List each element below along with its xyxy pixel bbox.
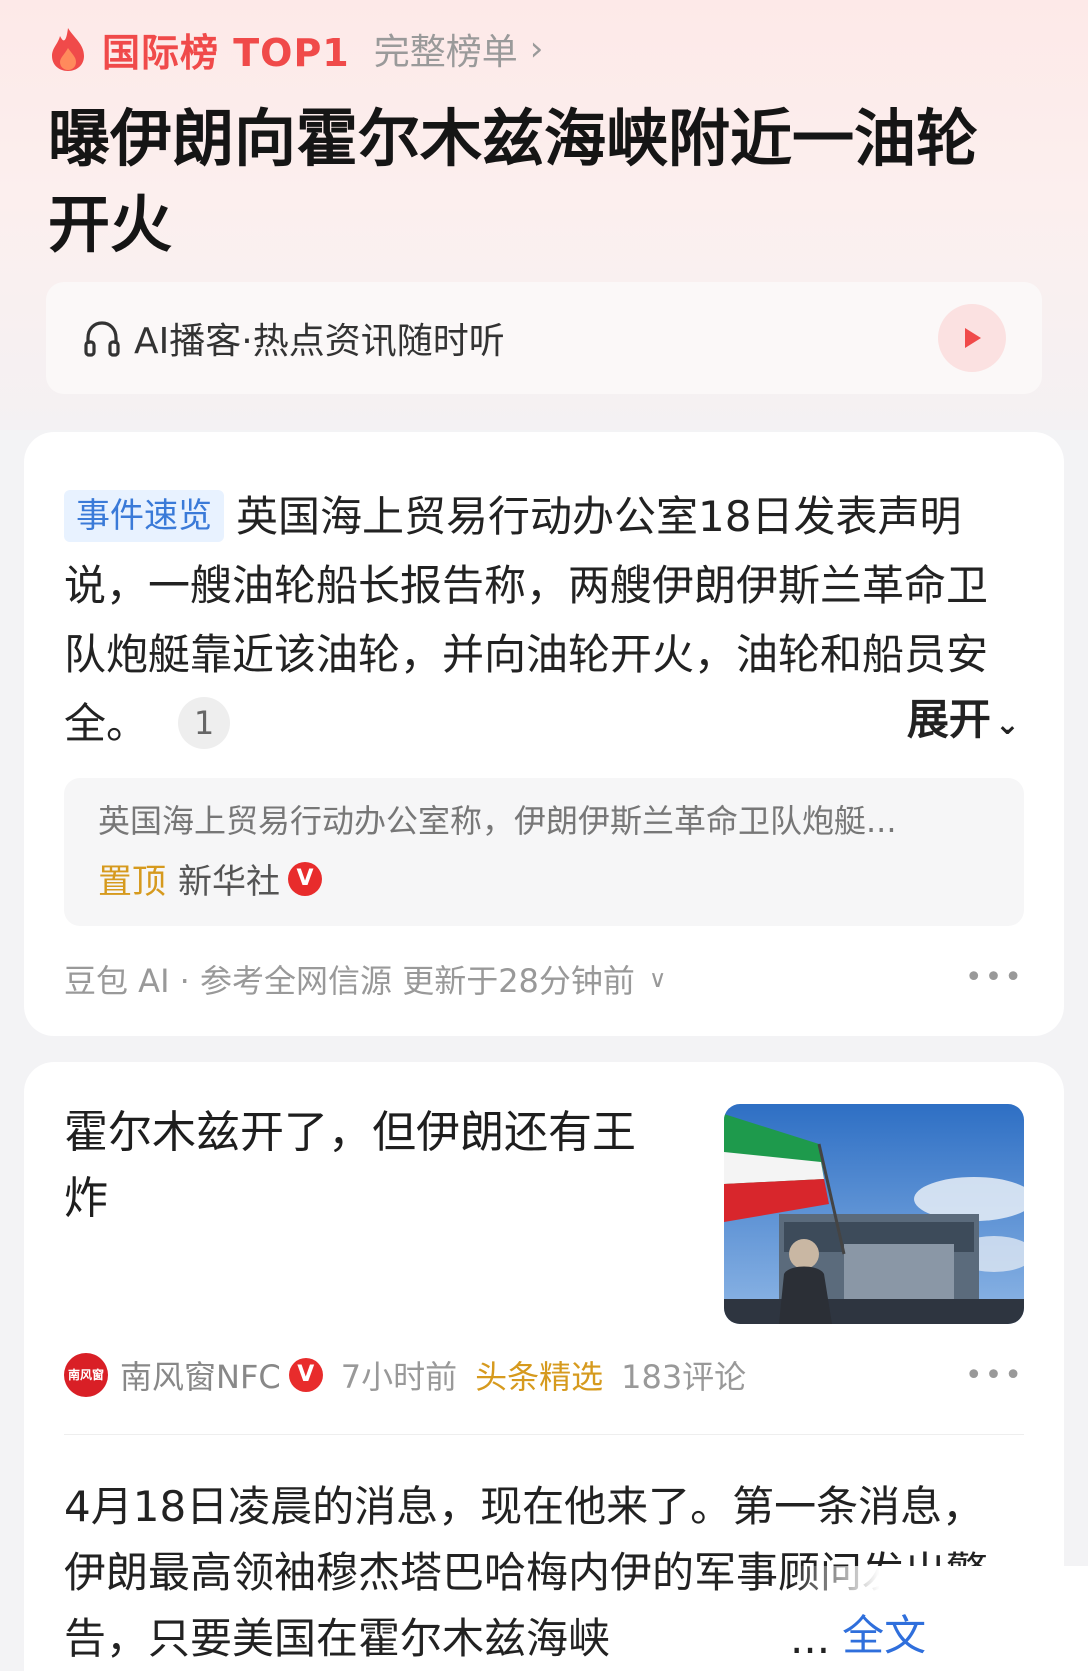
publish-time: 7小时前 bbox=[340, 1358, 458, 1396]
source-meta: 置顶 新华社 V bbox=[98, 854, 990, 903]
reference-count-badge[interactable]: 1 bbox=[178, 697, 231, 749]
ellipsis: ... bbox=[790, 1614, 831, 1663]
article-thumbnail[interactable] bbox=[724, 1104, 1024, 1324]
divider bbox=[64, 1434, 1024, 1435]
podcast-label: AI播客·热点资讯随时听 bbox=[134, 321, 505, 362]
chevron-down-icon: ∨ bbox=[648, 965, 667, 993]
publisher-logo[interactable]: 南风窗 bbox=[64, 1353, 108, 1397]
rank-label: 国际榜 TOP1 bbox=[102, 30, 350, 75]
source-snippet: 英国海上贸易行动办公室称，伊朗伊斯兰革命卫队炮艇... bbox=[98, 802, 897, 840]
full-list-link[interactable]: 完整榜单 bbox=[374, 23, 518, 75]
article-meta: 南风窗 南风窗NFC V 7小时前 头条精选 183评论 bbox=[64, 1352, 1044, 1398]
source-name: 新华社 bbox=[178, 862, 280, 902]
play-button[interactable] bbox=[938, 304, 1006, 372]
flame-icon bbox=[52, 28, 84, 71]
ai-source-footer[interactable]: 豆包 AI · 参考全网信源 更新于28分钟前 ∨ bbox=[64, 956, 1024, 1002]
verified-badge: V bbox=[288, 1358, 323, 1392]
comment-count[interactable]: 183评论 bbox=[621, 1352, 746, 1398]
ai-podcast-bar[interactable]: AI播客·热点资讯随时听 bbox=[46, 282, 1042, 394]
featured-tag: 头条精选 bbox=[475, 1358, 604, 1396]
chevron-right-icon: › bbox=[529, 29, 544, 69]
event-summary[interactable]: 事件速览 英国海上贸易行动办公室18日发表声明说，一艘油轮船长报告称，两艘伊朗伊斯… bbox=[64, 482, 1014, 758]
play-icon bbox=[965, 328, 981, 348]
full-text-link[interactable]: 全文 bbox=[842, 1602, 926, 1663]
event-tag: 事件速览 bbox=[64, 490, 224, 542]
expand-button[interactable]: 展开 ⌄ bbox=[907, 686, 1020, 747]
headphones-icon bbox=[84, 321, 120, 357]
read-full-text[interactable]: ... 全文 bbox=[790, 1566, 1088, 1671]
more-options-icon[interactable]: ••• bbox=[965, 1358, 1024, 1393]
page-title: 曝伊朗向霍尔木兹海峡附近一油轮开火 bbox=[48, 102, 979, 261]
ai-source-text: 豆包 AI · 参考全网信源 更新于28分钟前 bbox=[64, 962, 635, 1000]
expand-label: 展开 bbox=[906, 695, 991, 744]
event-summary-card: 事件速览 英国海上贸易行动办公室18日发表声明说，一艘油轮船长报告称，两艘伊朗伊斯… bbox=[24, 432, 1064, 1036]
pinned-tag: 置顶 bbox=[98, 862, 166, 902]
article-title[interactable]: 霍尔木兹开了，但伊朗还有王炸 bbox=[64, 1100, 664, 1232]
source-snippet-box[interactable]: 英国海上贸易行动办公室称，伊朗伊斯兰革命卫队炮艇... 置顶 新华社 V bbox=[64, 778, 1024, 926]
flag-protest-image bbox=[724, 1104, 1024, 1324]
chevron-down-icon: ⌄ bbox=[994, 707, 1020, 742]
publisher-name[interactable]: 南风窗NFC bbox=[120, 1352, 281, 1398]
hot-rank-row[interactable]: 国际榜 TOP1 完整榜单 › bbox=[48, 23, 544, 75]
more-options-icon[interactable]: ••• bbox=[965, 960, 1024, 995]
verified-badge: V bbox=[288, 861, 322, 896]
